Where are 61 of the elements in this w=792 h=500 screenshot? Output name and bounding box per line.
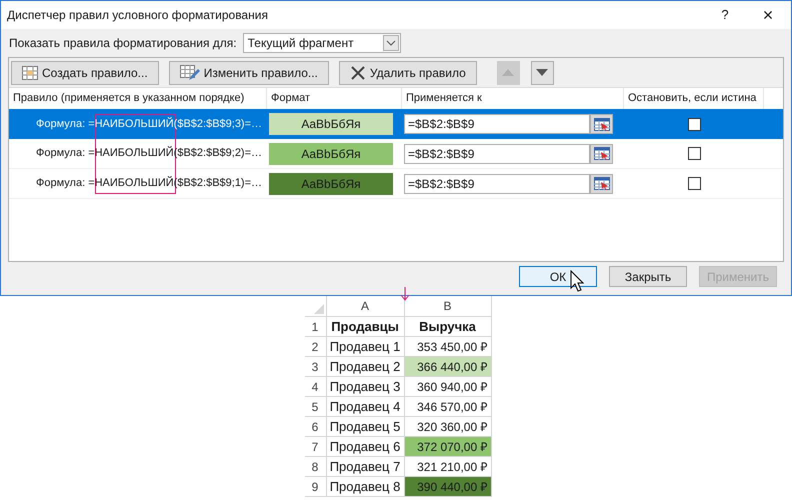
cross-icon xyxy=(350,64,366,80)
table-cell: Продавец 3 xyxy=(326,377,404,397)
format-preview: AaBbБбЯя xyxy=(269,113,393,135)
table-cell: 366 440,00 ₽ xyxy=(404,357,492,377)
scope-dropdown[interactable]: Текущий фрагмент xyxy=(242,33,401,53)
dialog-button[interactable]: ОК xyxy=(519,266,597,287)
table-icon xyxy=(22,66,38,80)
range-select-button[interactable] xyxy=(590,174,613,194)
delete-rule-button[interactable]: Удалить правило xyxy=(338,60,477,84)
table-cell: 390 440,00 ₽ xyxy=(404,477,492,497)
range-field[interactable]: =$B$2:$B$9 xyxy=(404,174,590,194)
help-button[interactable]: ? xyxy=(705,1,745,29)
table-cell: 360 940,00 ₽ xyxy=(404,377,492,397)
row-number[interactable]: 5 xyxy=(304,397,326,417)
range-field[interactable]: =$B$2:$B$9 xyxy=(404,144,590,164)
range-field[interactable]: =$B$2:$B$9 xyxy=(404,114,590,134)
table-cell: Продавец 7 xyxy=(326,457,404,477)
arrow-down-icon xyxy=(400,287,410,301)
table-cell: Выручка xyxy=(404,317,492,337)
table-cell: Продавец 4 xyxy=(326,397,404,417)
table-pencil-icon xyxy=(180,64,200,80)
scope-label: Показать правила форматирования для: xyxy=(9,35,237,52)
table-cell: Продавец 2 xyxy=(326,357,404,377)
window-title: Диспетчер правил условного форматирования xyxy=(7,7,269,24)
row-number[interactable]: 2 xyxy=(304,337,326,357)
format-preview: AaBbБбЯя xyxy=(269,142,393,164)
range-select-icon xyxy=(594,118,610,130)
stop-checkbox[interactable] xyxy=(688,147,700,160)
stop-checkbox[interactable] xyxy=(688,118,700,130)
column-header[interactable]: A xyxy=(326,296,404,317)
close-button[interactable]: × xyxy=(745,1,791,29)
range-select-icon xyxy=(594,147,610,160)
move-down-button[interactable] xyxy=(530,60,554,84)
triangle-up-icon xyxy=(502,69,514,76)
new-rule-button[interactable]: Создать правило... xyxy=(11,60,159,84)
stop-checkbox[interactable] xyxy=(688,177,700,190)
format-preview: AaBbБбЯя xyxy=(269,172,393,194)
row-number[interactable]: 1 xyxy=(304,317,326,337)
table-cell: Продавец 8 xyxy=(326,477,404,497)
edit-rule-button[interactable]: Изменить правило... xyxy=(168,60,329,84)
row-number[interactable]: 9 xyxy=(304,477,326,497)
cursor-icon xyxy=(570,270,584,292)
row-number[interactable]: 4 xyxy=(304,377,326,397)
range-select-icon xyxy=(594,177,610,190)
triangle-icon xyxy=(314,304,324,314)
row-number[interactable]: 8 xyxy=(304,457,326,477)
table-cell: Продавец 6 xyxy=(326,437,404,457)
range-select-button[interactable] xyxy=(590,144,613,164)
row-number[interactable]: 3 xyxy=(304,357,326,377)
table-cell: Продавец 5 xyxy=(326,417,404,437)
row-number[interactable]: 6 xyxy=(304,417,326,437)
range-select-button[interactable] xyxy=(590,114,613,134)
triangle-down-icon xyxy=(536,69,548,76)
dialog-button[interactable]: Закрыть xyxy=(609,266,687,287)
chevron-down-icon xyxy=(382,35,399,51)
column-header[interactable]: B xyxy=(404,296,492,317)
table-cell: Продавцы xyxy=(326,317,404,337)
table-cell: 346 570,00 ₽ xyxy=(404,397,492,417)
row-number[interactable]: 7 xyxy=(304,437,326,457)
table-cell: Продавец 1 xyxy=(326,337,404,357)
table-cell: 372 070,00 ₽ xyxy=(404,437,492,457)
